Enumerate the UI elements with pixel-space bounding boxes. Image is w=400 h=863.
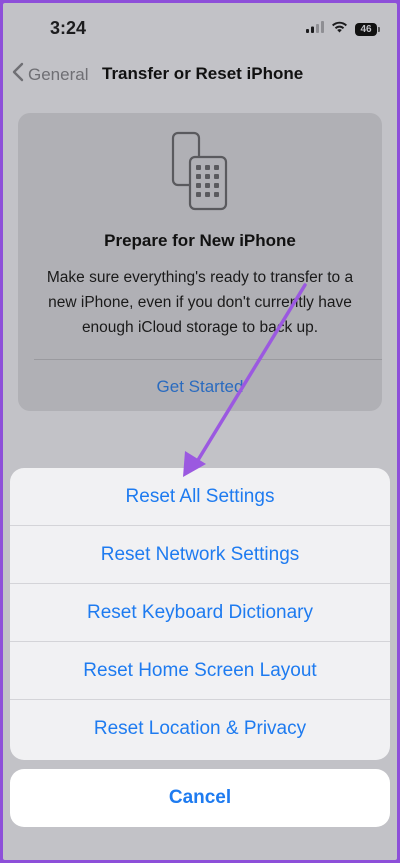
annotation-arrow-icon bbox=[183, 283, 307, 477]
screen: 3:24 46 General Transfer or Reset iPhone… bbox=[3, 3, 397, 860]
